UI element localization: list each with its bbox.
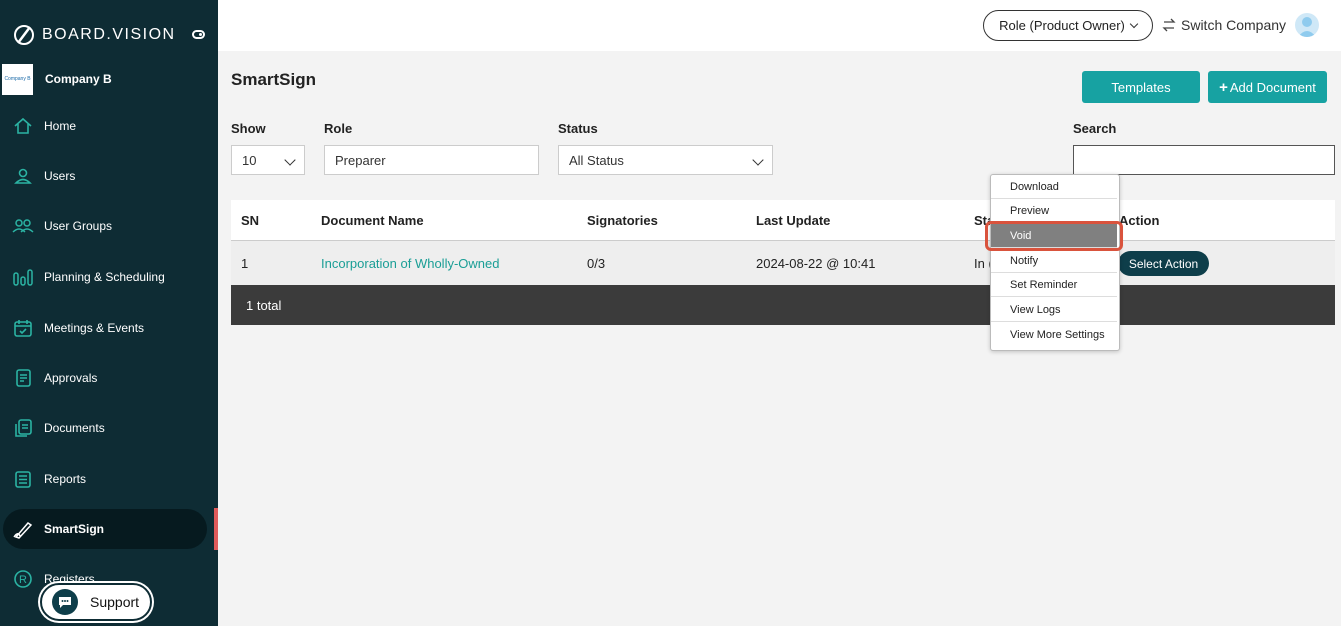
sidebar-item-label: SmartSign xyxy=(44,522,105,536)
search-input[interactable] xyxy=(1073,145,1335,175)
sidebar-item-users[interactable]: Users xyxy=(0,156,210,196)
sidebar-item-home[interactable]: Home xyxy=(0,106,210,146)
active-indicator xyxy=(214,508,218,550)
svg-text:R: R xyxy=(19,574,27,586)
company-name: Company B xyxy=(45,72,112,86)
user-icon xyxy=(12,165,34,187)
chevron-down-icon xyxy=(752,154,764,166)
cell-last-update: 2024-08-22 @ 10:41 xyxy=(756,255,876,271)
support-button[interactable]: Support xyxy=(40,583,152,621)
company-switch[interactable]: Company B Company B xyxy=(0,62,112,96)
registered-icon: R xyxy=(12,568,34,590)
highlight-outline xyxy=(985,221,1123,251)
cell-signatories: 0/3 xyxy=(587,255,606,271)
sidebar-item-approvals[interactable]: Approvals xyxy=(0,358,210,398)
switch-icon xyxy=(1162,18,1176,32)
status-value: All Status xyxy=(569,152,624,168)
support-label: Support xyxy=(90,594,140,610)
total-count: 1 total xyxy=(246,297,282,313)
header-last-update[interactable]: Last Update xyxy=(756,200,830,240)
table-header: SN Document Name Signatories Last Update… xyxy=(231,200,1335,241)
role-filter-value: Preparer xyxy=(335,152,386,168)
sidebar-item-label: Planning & Scheduling xyxy=(44,270,165,284)
sidebar-item-label: Reports xyxy=(44,472,87,486)
avatar[interactable] xyxy=(1295,13,1319,37)
show-select[interactable]: 10 xyxy=(231,145,305,175)
header-signatories[interactable]: Signatories xyxy=(587,200,658,240)
table-footer: 1 total xyxy=(231,285,1335,325)
users-icon xyxy=(12,215,34,237)
add-document-label: Add Document xyxy=(1229,79,1316,95)
templates-button[interactable]: Templates xyxy=(1082,71,1200,103)
header-action: Action xyxy=(1119,212,1160,228)
document-icon xyxy=(12,367,34,389)
sidebar-item-label: Documents xyxy=(44,421,105,435)
sidebar-item-meetings-events[interactable]: Meetings & Events xyxy=(0,308,210,348)
header-document-name[interactable]: Document Name xyxy=(321,200,424,240)
menu-item-set-reminder[interactable]: Set Reminder xyxy=(991,273,1117,297)
company-logo: Company B xyxy=(2,63,33,95)
documents-icon xyxy=(12,417,34,439)
brand-name: BOARD.VISION xyxy=(42,26,176,43)
switch-company-button[interactable]: Switch Company xyxy=(1162,14,1286,36)
list-icon xyxy=(12,468,34,490)
sidebar-toggle-icon[interactable] xyxy=(192,30,205,39)
role-filter-input[interactable]: Preparer xyxy=(324,145,539,175)
switch-company-label: Switch Company xyxy=(1181,17,1287,33)
sidebar-item-smartsign[interactable]: SmartSign xyxy=(3,509,207,549)
show-label: Show xyxy=(231,121,266,136)
menu-item-preview[interactable]: Preview xyxy=(991,199,1117,223)
sidebar-item-planning-scheduling[interactable]: Planning & Scheduling xyxy=(0,257,210,297)
status-filter-label: Status xyxy=(558,121,598,136)
brand-logo[interactable]: BOARD.VISION xyxy=(12,22,176,48)
sidebar: BOARD.VISION Company B Company B Home Us… xyxy=(0,0,218,626)
document-link[interactable]: Incorporation of Wholly-Owned xyxy=(321,241,499,285)
menu-item-download[interactable]: Download xyxy=(991,175,1117,199)
chat-icon xyxy=(52,589,78,615)
status-select[interactable]: All Status xyxy=(558,145,773,175)
sidebar-item-label: User Groups xyxy=(44,219,113,233)
header-sn[interactable]: SN xyxy=(241,200,259,240)
role-dropdown[interactable]: Role (Product Owner) xyxy=(983,10,1153,41)
role-label: Role (Product Owner) xyxy=(999,18,1125,33)
sidebar-item-label: Meetings & Events xyxy=(44,321,145,335)
plus-icon: + xyxy=(1219,78,1228,96)
bar-chart-icon xyxy=(12,266,34,288)
sidebar-item-label: Approvals xyxy=(44,371,98,385)
sidebar-item-documents[interactable]: Documents xyxy=(0,408,210,448)
sidebar-item-label: Users xyxy=(44,169,76,183)
select-action-button[interactable]: Select Action xyxy=(1118,251,1209,276)
home-icon xyxy=(12,115,34,137)
chevron-down-icon xyxy=(1129,19,1139,29)
calendar-icon xyxy=(12,317,34,339)
page-title: SmartSign xyxy=(231,70,317,89)
sidebar-item-reports[interactable]: Reports xyxy=(0,459,210,499)
board-vision-logo-icon xyxy=(14,25,34,45)
show-value: 10 xyxy=(242,152,257,168)
sidebar-item-label: Home xyxy=(44,119,77,133)
menu-item-view-more-settings[interactable]: View More Settings xyxy=(991,323,1117,347)
chevron-down-icon xyxy=(284,154,296,166)
role-filter-label: Role xyxy=(324,121,353,136)
menu-item-notify[interactable]: Notify xyxy=(991,249,1117,273)
pen-icon xyxy=(12,518,34,540)
search-label: Search xyxy=(1073,121,1117,136)
menu-item-view-logs[interactable]: View Logs xyxy=(991,298,1117,322)
sidebar-item-user-groups[interactable]: User Groups xyxy=(0,206,210,246)
add-document-button[interactable]: + Add Document xyxy=(1208,71,1327,103)
action-menu: Download Preview Void Notify Set Reminde… xyxy=(990,174,1120,351)
cell-sn: 1 xyxy=(241,255,249,271)
